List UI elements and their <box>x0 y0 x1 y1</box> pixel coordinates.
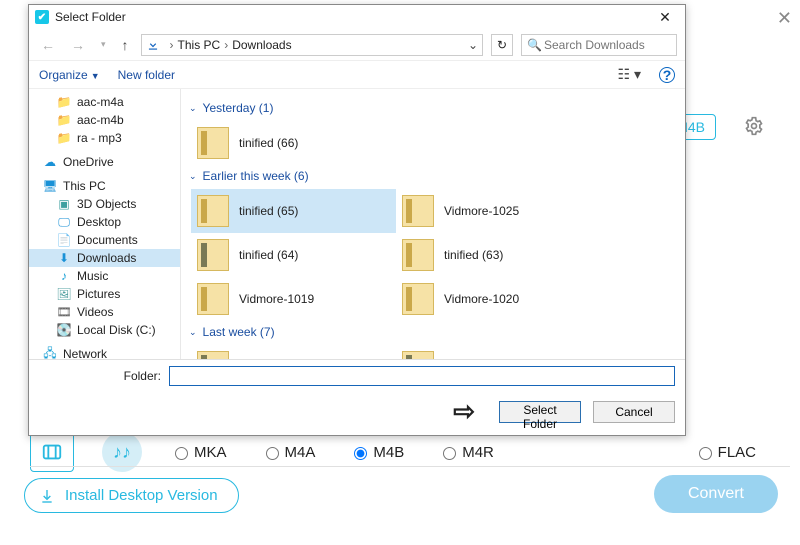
refresh-icon[interactable]: ↻ <box>491 34 513 56</box>
group-lastweek[interactable]: ⌄Last week (7) <box>189 325 681 339</box>
folder-item[interactable]: tinified (66) <box>191 121 396 165</box>
bg-close-icon[interactable]: ✕ <box>777 8 792 29</box>
gear-icon[interactable] <box>744 116 764 136</box>
nav-up-icon[interactable]: ↑ <box>118 37 133 53</box>
nav-back-icon[interactable]: ← <box>37 37 59 53</box>
new-folder-button[interactable]: New folder <box>118 68 175 82</box>
tree-pictures[interactable]: 🖼Pictures <box>29 285 180 303</box>
radio-m4b[interactable]: M4B <box>349 444 404 461</box>
radio-m4a[interactable]: M4A <box>261 444 316 461</box>
crumb-downloads[interactable]: Downloads <box>232 38 291 52</box>
file-list[interactable]: ⌄Yesterday (1) tinified (66) ⌄Earlier th… <box>181 89 685 359</box>
tree-ra-mp3[interactable]: 📁ra - mp3 <box>29 129 180 147</box>
radio-m4r[interactable]: M4R <box>438 444 494 461</box>
folder-item[interactable]: Vidmore-1025 <box>396 189 601 233</box>
folder-item[interactable]: tinified (60) <box>396 345 601 359</box>
help-icon[interactable]: ? <box>659 67 675 83</box>
dialog-footer: Folder: ⇨ Select Folder Cancel <box>29 359 685 435</box>
view-options-icon[interactable]: ☷ ▾ <box>618 66 641 83</box>
tree-downloads[interactable]: ⬇Downloads <box>29 249 180 267</box>
tree-videos[interactable]: 🎞Videos <box>29 303 180 321</box>
breadcrumb-dropdown-icon[interactable]: ⌄ <box>468 38 478 52</box>
chevron-down-icon[interactable]: ▾ <box>97 39 110 50</box>
dialog-titlebar: ✔ Select Folder ✕ <box>29 5 685 29</box>
cancel-button[interactable]: Cancel <box>593 401 675 423</box>
tree-this-pc[interactable]: 🖥This PC <box>29 177 180 195</box>
radio-flac[interactable]: FLAC <box>694 444 756 461</box>
search-input[interactable] <box>521 34 677 56</box>
tree-music[interactable]: ♪Music <box>29 267 180 285</box>
crumb-this-pc[interactable]: This PC <box>178 38 221 52</box>
annotation-arrow-icon: ⇨ <box>453 396 471 427</box>
format-radio-row: ♪♪ MKA M4A M4B M4R FLAC <box>30 438 790 466</box>
search-icon: 🔍 <box>527 38 542 52</box>
group-yesterday[interactable]: ⌄Yesterday (1) <box>189 101 681 115</box>
tree-3d-objects[interactable]: ▣3D Objects <box>29 195 180 213</box>
nav-row: ← → ▾ ↑ › This PC › Downloads ⌄ ↻ 🔍 <box>29 29 685 61</box>
group-earlier[interactable]: ⌄Earlier this week (6) <box>189 169 681 183</box>
dialog-title: Select Folder <box>55 10 651 24</box>
divider <box>30 466 790 467</box>
folder-label: Folder: <box>39 369 161 383</box>
folder-item[interactable]: tinified (63) <box>396 233 601 277</box>
organize-menu[interactable]: Organize▼ <box>39 68 100 82</box>
dialog-toolbar: Organize▼ New folder ☷ ▾ ? <box>29 61 685 89</box>
folder-name-input[interactable] <box>169 366 675 386</box>
folder-item[interactable]: Vidmore-1020 <box>396 277 601 321</box>
download-icon <box>39 488 55 504</box>
tree-network[interactable]: 🖧Network <box>29 345 180 359</box>
tree-desktop[interactable]: 🖵Desktop <box>29 213 180 231</box>
tree-local-disk[interactable]: 💽Local Disk (C:) <box>29 321 180 339</box>
convert-button[interactable]: Convert <box>654 475 778 513</box>
radio-mka[interactable]: MKA <box>170 444 227 461</box>
folder-item[interactable]: tinified (64) <box>191 233 396 277</box>
tree-onedrive[interactable]: ☁OneDrive <box>29 153 180 171</box>
navigation-tree[interactable]: 📁aac-m4a 📁aac-m4b 📁ra - mp3 ☁OneDrive 🖥T… <box>29 89 181 359</box>
select-folder-dialog: ✔ Select Folder ✕ ← → ▾ ↑ › This PC › Do… <box>28 4 686 436</box>
app-logo-icon: ✔ <box>35 10 49 24</box>
breadcrumb[interactable]: › This PC › Downloads ⌄ <box>141 34 483 56</box>
tree-aac-m4a[interactable]: 📁aac-m4a <box>29 93 180 111</box>
tree-aac-m4b[interactable]: 📁aac-m4b <box>29 111 180 129</box>
folder-item[interactable]: Vidmore-1019 <box>191 277 396 321</box>
nav-forward-icon[interactable]: → <box>67 37 89 53</box>
folder-item[interactable]: tinified (62) <box>191 345 396 359</box>
close-icon[interactable]: ✕ <box>651 9 679 26</box>
downloads-icon <box>146 38 160 52</box>
tree-documents[interactable]: 📄Documents <box>29 231 180 249</box>
install-desktop-button[interactable]: Install Desktop Version <box>24 478 239 513</box>
folder-item[interactable]: tinified (65) <box>191 189 396 233</box>
select-folder-button[interactable]: Select Folder <box>499 401 581 423</box>
